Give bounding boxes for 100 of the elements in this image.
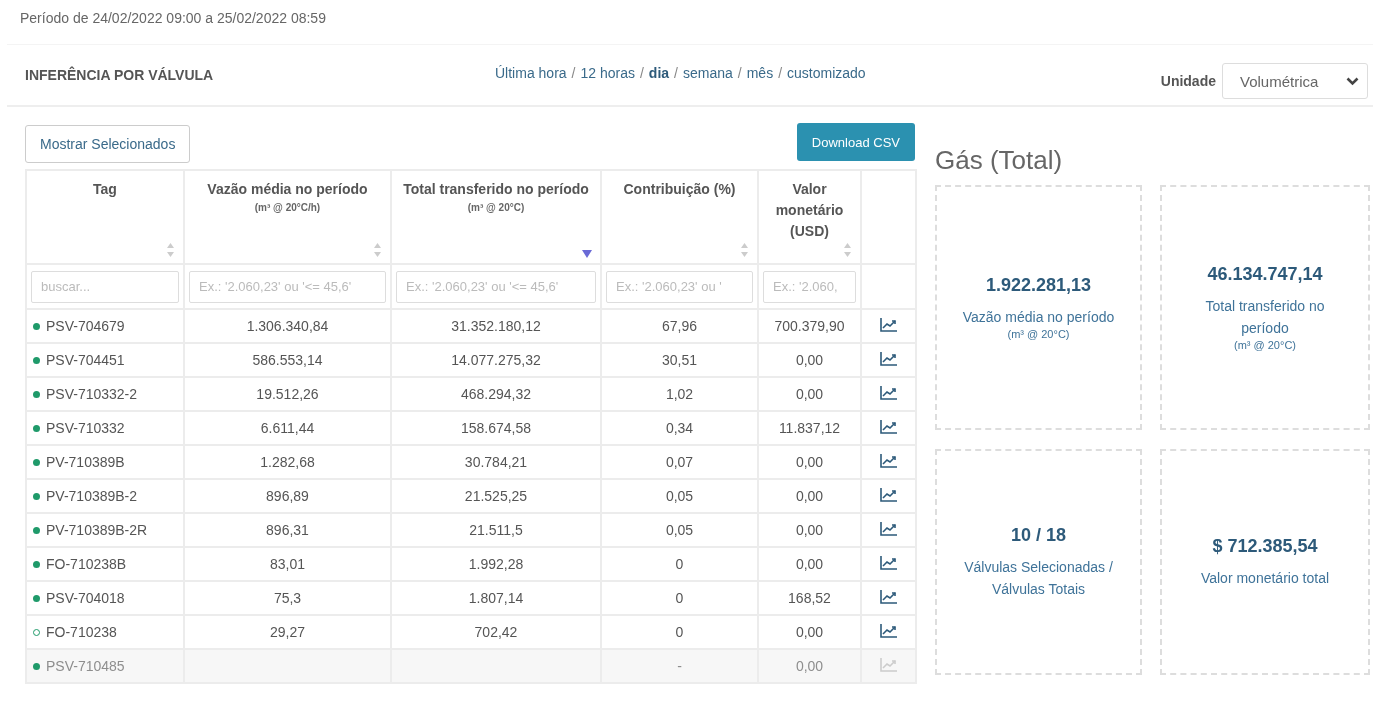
- summary-value: $ 712.385,54: [1212, 535, 1318, 557]
- status-dot[interactable]: [33, 459, 40, 466]
- separator: /: [571, 65, 576, 81]
- table-cell: 700.379,90: [758, 309, 861, 343]
- line-chart-icon[interactable]: [880, 623, 897, 638]
- table-cell: 21.511,5: [391, 513, 601, 547]
- table-cell: 586.553,14: [184, 343, 391, 377]
- summary-label: Válvulas Selecionadas / Válvulas Totais: [963, 557, 1114, 599]
- status-dot[interactable]: [33, 527, 40, 534]
- time-range-link[interactable]: semana: [683, 65, 733, 81]
- table-cell: 0,00: [758, 547, 861, 581]
- tag-text: PSV-710332-2: [46, 386, 138, 402]
- table-cell: 168,52: [758, 581, 861, 615]
- line-chart-icon[interactable]: [880, 351, 897, 366]
- table-cell: -: [601, 649, 758, 683]
- table-cell: 896,31: [184, 513, 391, 547]
- download-csv-button[interactable]: Download CSV: [796, 123, 915, 161]
- time-range-link[interactable]: mês: [746, 65, 774, 81]
- table-cell: 0: [601, 581, 758, 615]
- line-chart-icon[interactable]: [880, 555, 897, 570]
- table-cell: 14.077.275,32: [391, 343, 601, 377]
- column-header[interactable]: Total transferido no período (m³ @ 20°C): [391, 170, 601, 264]
- table-cell: 21.525,25: [391, 479, 601, 513]
- status-dot[interactable]: [33, 391, 40, 398]
- table-cell: 1,02: [601, 377, 758, 411]
- table-cell: 0,00: [758, 343, 861, 377]
- status-dot[interactable]: [33, 595, 40, 602]
- period-text: Período de 24/02/2022 09:00 a 25/02/2022 08:59: [19, 9, 327, 28]
- unit-select[interactable]: Volumétrica: [1222, 63, 1368, 99]
- time-range-link[interactable]: customizado: [787, 65, 866, 81]
- status-dot[interactable]: [33, 493, 40, 500]
- filter-field[interactable]: Ex.: '2.060,23' ou ': [606, 270, 753, 303]
- time-range-link[interactable]: Última hora: [495, 65, 567, 81]
- filter-field[interactable]: Ex.: '2.060,: [763, 270, 856, 303]
- table-cell: 0,00: [758, 649, 861, 683]
- column-header[interactable]: Tag: [26, 170, 184, 264]
- time-range-link[interactable]: dia: [648, 65, 670, 81]
- separator: /: [737, 65, 742, 81]
- status-dot[interactable]: [33, 357, 40, 364]
- table-cell: 1.282,68: [184, 445, 391, 479]
- tag-text: FO-710238: [46, 624, 117, 640]
- separator: /: [674, 65, 678, 81]
- table-cell: 0,05: [601, 513, 758, 547]
- tag-text: PSV-704451: [46, 352, 125, 368]
- tag-text: PV-710389B-2: [46, 488, 138, 504]
- table-cell: 1.807,14: [391, 581, 601, 615]
- sort-descending-icon[interactable]: [582, 250, 592, 258]
- tag-text: PV-710389B-2R: [46, 522, 148, 538]
- column-header[interactable]: Contribuição (%): [601, 170, 758, 264]
- table-cell: 0,00: [758, 377, 861, 411]
- separator: /: [778, 65, 783, 81]
- table-cell: 0,00: [758, 513, 861, 547]
- unit-label: Unidade: [1160, 73, 1216, 89]
- column-title: Tag: [92, 180, 118, 199]
- table-cell: 67,96: [601, 309, 758, 343]
- summary-label: Total transferido no período: [1204, 297, 1326, 338]
- line-chart-icon[interactable]: [880, 419, 897, 434]
- chevron-down-icon: [1346, 76, 1359, 86]
- show-selected-button[interactable]: Mostrar Selecionados: [25, 125, 191, 163]
- status-dot[interactable]: [33, 425, 40, 432]
- filter-field[interactable]: Ex.: '2.060,23' ou '<= 45,6': [396, 270, 596, 303]
- column-header[interactable]: Vazão média no período (m³ @ 20°C/h): [184, 170, 391, 264]
- line-chart-icon[interactable]: [880, 317, 897, 332]
- table-cell: 896,89: [184, 479, 391, 513]
- summary-unit: (m³ @ 20°C): [1007, 328, 1070, 340]
- summary-value: 46.134.747,14: [1207, 264, 1323, 285]
- status-dot[interactable]: [33, 323, 40, 330]
- filter-field[interactable]: buscar...: [31, 270, 179, 303]
- filter-field[interactable]: Ex.: '2.060,23' ou '<= 45,6': [189, 270, 386, 303]
- summary-title: Gás (Total): [935, 145, 1064, 176]
- tag-text: FO-710238B: [46, 556, 127, 572]
- table-cell: 0,07: [601, 445, 758, 479]
- line-chart-icon[interactable]: [880, 453, 897, 468]
- column-header[interactable]: Valor monetário (USD): [758, 170, 861, 264]
- column-unit: (m³ @ 20°C): [466, 202, 526, 213]
- time-range-link[interactable]: 12 horas: [580, 65, 635, 81]
- table-cell: 83,01: [184, 547, 391, 581]
- table-cell: 30,51: [601, 343, 758, 377]
- column-title: Total transferido no período: [402, 180, 590, 199]
- column-unit: (m³ @ 20°C/h): [253, 202, 322, 213]
- summary-unit: (m³ @ 20°C): [1234, 339, 1296, 351]
- table-cell: 0,34: [601, 411, 758, 445]
- status-dot[interactable]: [33, 561, 40, 568]
- table-cell: 30.784,21: [391, 445, 601, 479]
- table-cell: 0,00: [758, 479, 861, 513]
- tag-text: PSV-704018: [46, 590, 125, 606]
- line-chart-icon[interactable]: [880, 385, 897, 400]
- table-cell: 158.674,58: [391, 411, 601, 445]
- line-chart-icon[interactable]: [880, 521, 897, 536]
- summary-label: Valor monetário total: [1200, 568, 1330, 588]
- table-cell: 0,00: [758, 445, 861, 479]
- table-cell: 0,05: [601, 479, 758, 513]
- summary-value: 1.922.281,13: [985, 275, 1092, 296]
- line-chart-icon[interactable]: [880, 589, 897, 604]
- table-cell: 0: [601, 547, 758, 581]
- section-title: INFERÊNCIA POR VÁLVULA: [25, 67, 215, 83]
- table-cell: 6.611,44: [184, 411, 391, 445]
- line-chart-icon[interactable]: [880, 487, 897, 502]
- table-cell: 1.992,28: [391, 547, 601, 581]
- summary-value: 10 / 18: [1010, 524, 1066, 546]
